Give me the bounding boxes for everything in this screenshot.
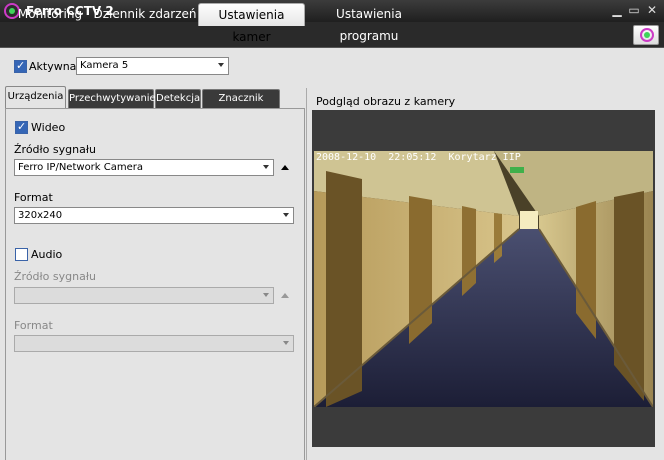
chevron-down-icon — [283, 213, 289, 217]
audio-source-label: Źródło sygnału — [14, 270, 96, 283]
camera-select-value: Kamera 5 — [80, 60, 129, 71]
osd-camera-name: Korytarz IIP — [448, 152, 521, 163]
collapse-up-icon[interactable] — [281, 293, 289, 298]
maximize-icon[interactable]: ▭ — [627, 3, 641, 17]
collapse-up-icon[interactable] — [281, 165, 289, 170]
video-format-select[interactable]: 320x240 — [14, 207, 294, 224]
camera-preview-image — [314, 151, 653, 407]
video-label: Wideo — [31, 121, 66, 134]
tab-camera-settings[interactable]: Ustawienia kamer — [198, 3, 305, 44]
tab-event-log[interactable]: Dziennik zdarzeń — [92, 3, 198, 26]
video-format-value: 320x240 — [18, 210, 63, 221]
chevron-down-icon — [263, 165, 269, 169]
audio-label: Audio — [31, 248, 63, 261]
osd-time: 22:05:12 — [388, 152, 437, 163]
preview-title: Podgląd obrazu z kamery — [316, 95, 456, 108]
chevron-down-icon — [283, 341, 289, 345]
logo-button[interactable] — [633, 25, 659, 45]
subtab-detection[interactable]: Detekcja — [155, 89, 201, 108]
subtab-devices[interactable]: Urządzenia — [5, 86, 66, 109]
ferro-logo-icon — [640, 28, 654, 42]
audio-checkbox[interactable] — [15, 248, 28, 261]
video-source-label: Źródło sygnału — [14, 143, 96, 156]
chevron-down-icon — [218, 63, 224, 67]
audio-format-select[interactable] — [14, 335, 294, 352]
tab-program-settings[interactable]: Ustawienia programu — [306, 3, 432, 43]
video-source-value: Ferro IP/Network Camera — [18, 162, 144, 173]
osd-date: 2008-12-10 — [316, 152, 377, 163]
audio-source-select[interactable] — [14, 287, 274, 304]
close-icon[interactable]: ✕ — [645, 3, 659, 17]
tab-monitoring[interactable]: Monitoring — [8, 3, 92, 26]
chevron-down-icon — [263, 293, 269, 297]
video-osd: 2008-12-10 22:05:12 Korytarz IIP — [316, 152, 521, 163]
video-source-select[interactable]: Ferro IP/Network Camera — [14, 159, 274, 176]
minimize-icon[interactable]: ▁ — [610, 3, 624, 17]
audio-format-label: Format — [14, 319, 53, 332]
panel-divider — [306, 88, 307, 460]
active-label: Aktywna — [29, 60, 77, 73]
subtab-timestamp[interactable]: Znacznik czasu — [202, 89, 280, 122]
subtab-capture[interactable]: Przechwytywanie — [68, 89, 156, 108]
video-checkbox[interactable] — [15, 120, 28, 134]
video-format-label: Format — [14, 191, 53, 204]
active-checkbox[interactable] — [14, 59, 27, 73]
camera-select[interactable]: Kamera 5 — [76, 57, 229, 75]
